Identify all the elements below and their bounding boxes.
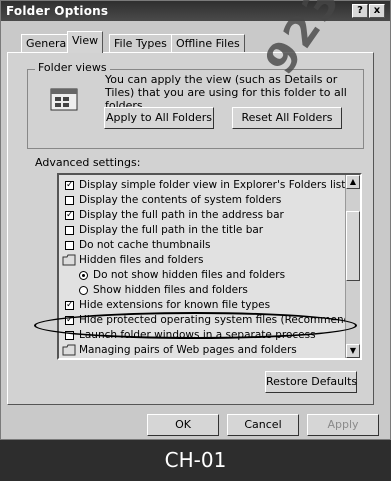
- list-item-label: Display the full path in the title bar: [79, 224, 264, 236]
- list-item-label: Do not cache thumbnails: [79, 239, 211, 251]
- folder-views-label: Folder views: [35, 61, 110, 74]
- list-item-label: Do not show hidden files and folders: [93, 269, 286, 281]
- caption-label: CH-01: [0, 440, 391, 481]
- list-item-label: Display the contents of system folders: [79, 194, 282, 206]
- radio[interactable]: [79, 286, 88, 295]
- list-item-label: Display simple folder view in Explorer's…: [79, 179, 346, 191]
- apply-to-all-folders-button[interactable]: Apply to All Folders: [104, 107, 214, 129]
- list-item-label: Hidden files and folders: [79, 254, 204, 266]
- cancel-button[interactable]: Cancel: [227, 414, 299, 436]
- radio-selected[interactable]: [79, 271, 88, 280]
- checkbox-checked[interactable]: ✓: [65, 181, 74, 190]
- list-item-label: Show hidden files and folders: [93, 284, 248, 296]
- window-title: Folder Options: [6, 4, 109, 18]
- ok-button[interactable]: OK: [147, 414, 219, 436]
- restore-defaults-button[interactable]: Restore Defaults: [265, 371, 357, 393]
- tab-file-types[interactable]: File Types: [109, 34, 172, 52]
- help-button[interactable]: ?: [352, 4, 368, 18]
- folder-icon: [62, 254, 76, 266]
- scroll-down-button[interactable]: ▼: [346, 344, 360, 358]
- list-item-label: Hide extensions for known file types: [79, 299, 271, 311]
- list-item-label: Managing pairs of Web pages and folders: [79, 344, 297, 356]
- checkbox-checked[interactable]: ✓: [65, 211, 74, 220]
- checkbox[interactable]: [65, 196, 74, 205]
- advanced-settings-label: Advanced settings:: [35, 156, 141, 169]
- folder-icon: [62, 344, 76, 356]
- folder-options-window: Folder Options ? x General View File Typ…: [0, 0, 391, 440]
- checkbox[interactable]: [65, 241, 74, 250]
- scroll-thumb[interactable]: [346, 211, 360, 281]
- tab-view[interactable]: View: [67, 31, 104, 53]
- close-button[interactable]: x: [369, 4, 385, 18]
- scroll-up-button[interactable]: ▲: [346, 175, 360, 189]
- checkbox[interactable]: [65, 226, 74, 235]
- checkbox-checked[interactable]: ✓: [65, 301, 74, 310]
- apply-button: Apply: [307, 414, 379, 436]
- tab-offline-files[interactable]: Offline Files: [171, 34, 245, 52]
- reset-all-folders-button[interactable]: Reset All Folders: [232, 107, 342, 129]
- folder-view-icon: [50, 88, 78, 111]
- vertical-scrollbar[interactable]: ▲ ▼: [345, 175, 360, 358]
- list-item-label: Display the full path in the address bar: [79, 209, 284, 221]
- highlight-ellipse: [34, 312, 357, 339]
